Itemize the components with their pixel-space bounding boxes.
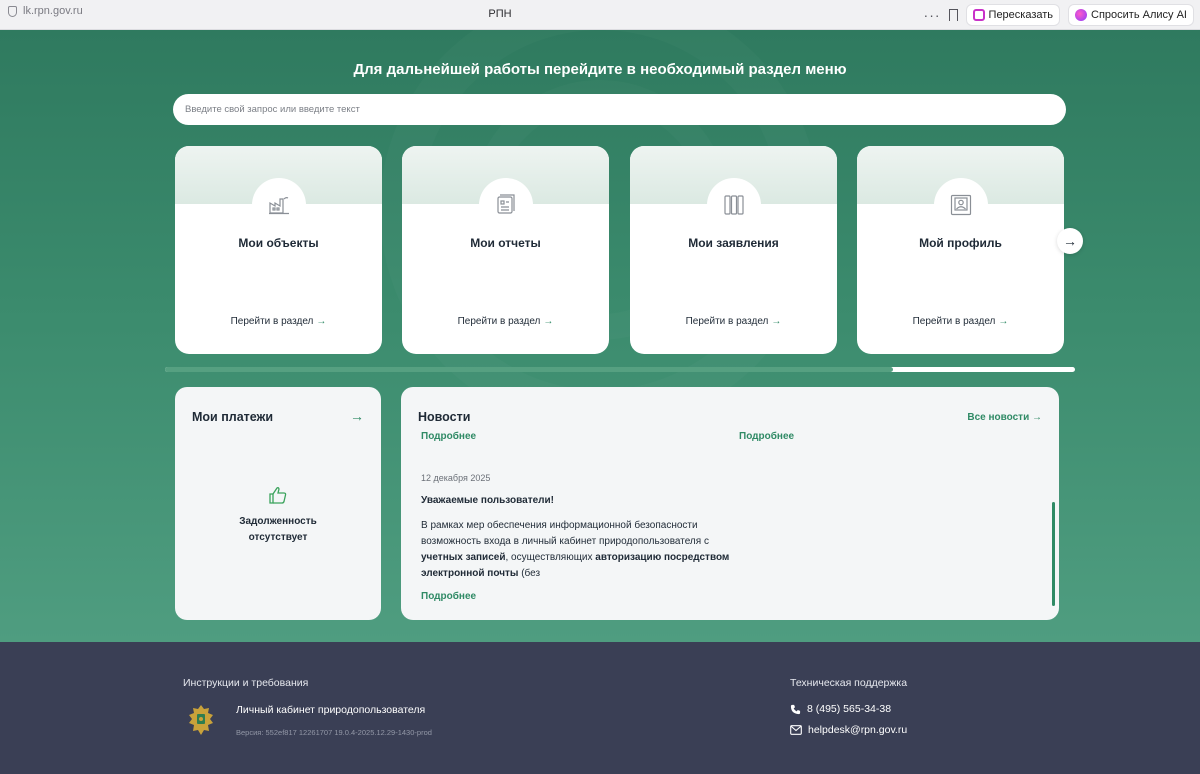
page-tab-title: РПН [488,8,512,20]
card-title: Мои заявления [688,236,779,250]
retell-button[interactable]: Пересказать [965,4,1061,26]
arrow-right-icon: → [543,316,554,327]
card-title: Мой профиль [919,236,1002,250]
alice-icon [1075,9,1088,21]
card-link-reports[interactable]: Перейти в раздел → [402,316,609,327]
news-more-link[interactable]: Подробнее [739,431,794,442]
footer: Инструкции и требования Личный кабинет п… [0,642,1200,774]
news-body: В рамках мер обеспечения информационной … [421,520,730,579]
payments-status: Задолженность отсутствует [239,516,317,543]
phone-icon [790,704,801,714]
card-link-applications[interactable]: Перейти в раздел → [630,316,837,327]
mail-icon [790,725,802,735]
more-menu-icon[interactable]: ··· [924,6,941,24]
card-title: Мои объекты [238,236,319,250]
arrow-right-icon: → [1063,233,1077,249]
news-date: 12 декабря 2025 [421,473,491,483]
carousel-next-button[interactable]: → [1057,228,1083,254]
news-widget: Новости Все новости → Подробнее Подробне… [401,387,1059,620]
card-my-profile[interactable]: Мой профиль Перейти в раздел → [857,146,1064,354]
support-phone[interactable]: 8 (495) 565-34-38 [790,703,891,715]
retell-label: Пересказать [988,9,1054,21]
arrow-right-icon: → [771,316,782,327]
thumbs-up-icon [269,487,287,504]
news-headline: Уважаемые пользователи! [421,495,554,506]
factory-icon [269,197,289,215]
search-input[interactable] [173,94,1066,125]
payments-widget: Мои платежи → Задолженность отсутствует [175,387,381,620]
news-more-link[interactable]: Подробнее [421,431,476,442]
card-title: Мои отчеты [470,236,541,250]
footer-cabinet-title: Личный кабинет природопользователя [236,704,426,716]
arrow-right-icon: → [316,316,327,327]
instructions-link[interactable]: Инструкции и требования [183,677,308,689]
version-text: Версия: 552ef817 12261707 19.0.4-2025.12… [236,728,432,737]
payments-title: Мои платежи [192,410,274,424]
main-section: Для дальнейшей работы перейдите в необхо… [0,30,1200,642]
news-more-link[interactable]: Подробнее [421,591,476,602]
ask-alice-button[interactable]: Спросить Алису AI [1068,4,1194,26]
card-link-objects[interactable]: Перейти в раздел → [175,316,382,327]
binders-icon [724,195,744,215]
arrow-right-icon: → [1032,412,1042,423]
profile-icon [950,194,972,216]
reports-icon [497,194,515,214]
carousel-scrollbar[interactable] [165,367,1075,372]
ask-alice-label: Спросить Алису AI [1091,9,1187,21]
browser-toolbar: lk.rpn.gov.ru РПН ··· Пересказать Спроси… [0,0,1200,30]
card-link-profile[interactable]: Перейти в раздел → [857,316,1064,327]
card-my-reports[interactable]: Мои отчеты Перейти в раздел → [402,146,609,354]
news-scrollbar[interactable] [1052,502,1055,606]
arrow-right-icon: → [998,316,1009,327]
carousel-scroll-thumb[interactable] [165,367,893,372]
payments-arrow-icon[interactable]: → [350,408,364,424]
support-email[interactable]: helpdesk@rpn.gov.ru [790,724,907,736]
news-title: Новости [418,410,471,424]
support-title: Техническая поддержка [790,677,908,689]
card-my-applications[interactable]: Мои заявления Перейти в раздел → [630,146,837,354]
bookmark-icon[interactable] [948,9,958,21]
emblem-logo-icon [189,705,213,735]
all-news-link[interactable]: Все новости → [967,412,1042,423]
page-title: Для дальнейшей работы перейдите в необхо… [353,61,847,78]
card-my-objects[interactable]: Мои объекты Перейти в раздел → [175,146,382,354]
retell-icon [972,9,985,21]
